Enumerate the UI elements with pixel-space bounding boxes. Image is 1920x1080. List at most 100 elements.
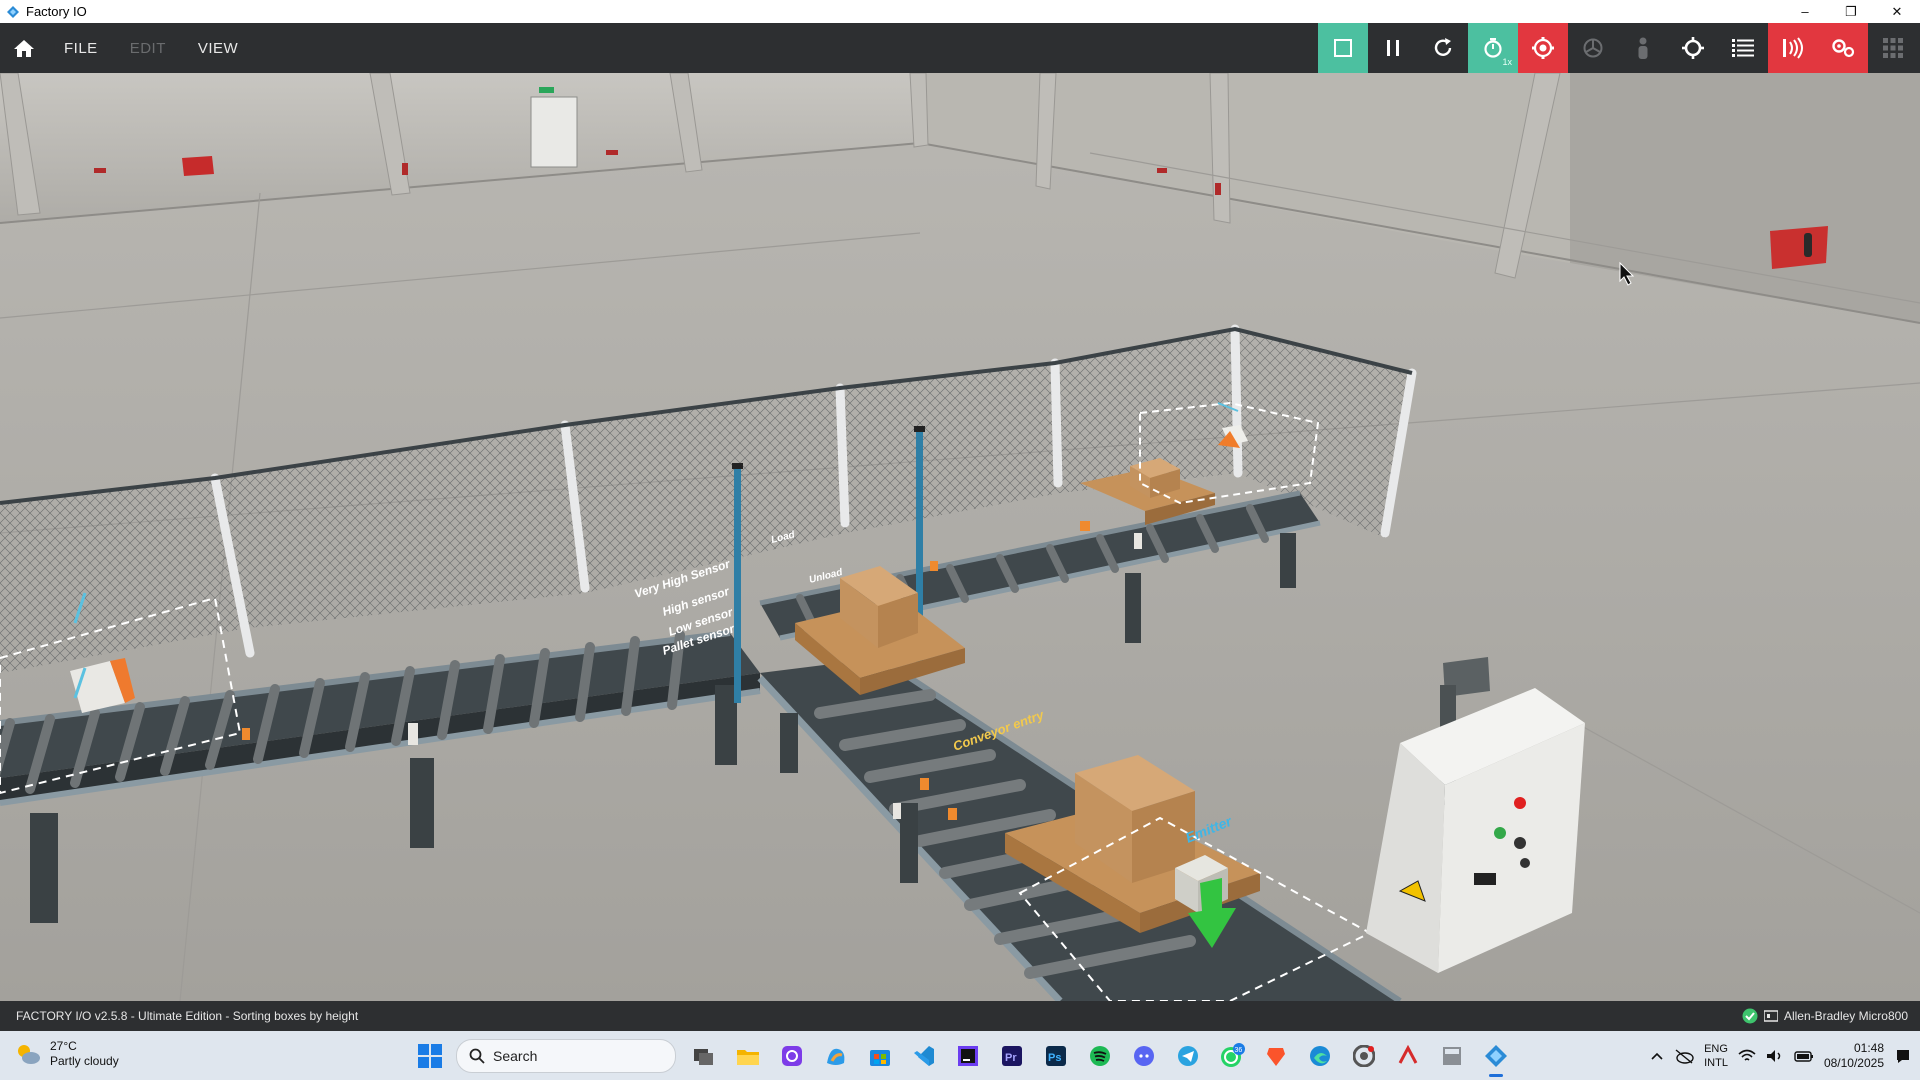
time-scale-button[interactable]: 1x <box>1468 23 1518 73</box>
first-person-icon <box>1638 37 1648 59</box>
spotify-icon <box>1090 1045 1110 1066</box>
home-icon <box>14 40 34 57</box>
taskbar-factory-io[interactable] <box>1474 1031 1518 1080</box>
system-clock[interactable]: 01:48 08/10/2025 <box>1824 1041 1884 1071</box>
taskbar-discord[interactable] <box>1122 1031 1166 1080</box>
wifi-icon[interactable] <box>1738 1049 1756 1063</box>
edge-icon <box>1310 1045 1330 1066</box>
battery-icon[interactable] <box>1794 1050 1814 1062</box>
crosshair-icon <box>1682 37 1704 59</box>
list-icon <box>1732 39 1754 57</box>
menu-view[interactable]: VIEW <box>182 40 254 57</box>
taskbar-calculator[interactable] <box>1430 1031 1474 1080</box>
taskbar-whatsapp[interactable]: 36 <box>1210 1031 1254 1080</box>
reset-button[interactable] <box>1418 23 1468 73</box>
menu-file[interactable]: FILE <box>48 40 114 57</box>
grid-icon <box>1883 38 1903 58</box>
pause-button[interactable] <box>1368 23 1418 73</box>
connected-icon <box>1742 1008 1758 1024</box>
weather-condition: Partly cloudy <box>50 1054 119 1068</box>
edit-mode-icon <box>1334 39 1352 57</box>
clock-time: 01:48 <box>1853 1040 1884 1055</box>
taskbar-search[interactable]: Search <box>456 1039 676 1073</box>
taskbar-chrome-dev[interactable] <box>1342 1031 1386 1080</box>
sensors-button[interactable] <box>1768 23 1818 73</box>
taskbar-premiere[interactable]: Pr <box>990 1031 1034 1080</box>
camera-fly-icon <box>1583 38 1603 58</box>
chevron-up-icon[interactable] <box>1650 1051 1664 1061</box>
taskbar-spotify[interactable] <box>1078 1031 1122 1080</box>
start-button[interactable] <box>418 1044 442 1073</box>
exit-door <box>530 87 578 168</box>
telegram-icon <box>1178 1045 1198 1066</box>
taskbar-photoshop[interactable]: Ps <box>1034 1031 1078 1080</box>
crosshair-button[interactable] <box>1668 23 1718 73</box>
time-scale-badge: 1x <box>1502 57 1512 67</box>
vscode-icon <box>914 1045 934 1066</box>
task-view-icon <box>694 1048 713 1065</box>
edit-mode-button[interactable] <box>1318 23 1368 73</box>
weather-widget[interactable]: 27°C Partly cloudy <box>14 1039 119 1069</box>
driver-name[interactable]: Allen-Bradley Micro800 <box>1784 1009 1908 1023</box>
notification-icon[interactable] <box>1894 1047 1912 1065</box>
taskbar-vscode[interactable] <box>902 1031 946 1080</box>
pdf-reader-icon <box>1398 1044 1418 1064</box>
svg-text:Ps: Ps <box>1048 1052 1061 1064</box>
taskbar-edge[interactable] <box>1298 1031 1342 1080</box>
home-button[interactable] <box>0 23 48 73</box>
restore-icon: ❐ <box>1845 3 1857 19</box>
windows-logo-icon <box>418 1044 442 1068</box>
windows-taskbar: 27°C Partly cloudy Search Pr Ps 36 ENG I… <box>0 1031 1920 1080</box>
camera-app-icon <box>782 1045 802 1066</box>
minimize-button[interactable]: – <box>1782 0 1828 23</box>
reset-icon <box>1434 38 1452 56</box>
volume-icon[interactable] <box>1766 1049 1784 1063</box>
menu-bar: FILE EDIT VIEW 1x <box>0 23 1920 73</box>
factory-scene-viewport[interactable]: Very High Sensor High sensor Low sensor … <box>0 73 1920 1001</box>
status-bar: FACTORY I/O v2.5.8 - Ultimate Edition - … <box>0 1001 1920 1031</box>
file-explorer-icon <box>737 1049 759 1065</box>
tag-list-button[interactable] <box>1718 23 1768 73</box>
minimize-icon: – <box>1801 4 1809 19</box>
camera-orbit-button[interactable] <box>1518 23 1568 73</box>
taskbar-task-view[interactable] <box>682 1031 726 1080</box>
taskbar-file-explorer[interactable] <box>726 1031 770 1080</box>
photoshop-icon: Ps <box>1046 1045 1066 1066</box>
taskbar-pdf-reader[interactable] <box>1386 1031 1430 1080</box>
language-indicator[interactable]: ENG INTL <box>1704 1042 1728 1070</box>
taskbar-copilot[interactable] <box>814 1031 858 1080</box>
pause-icon <box>1387 40 1399 56</box>
taskbar-store[interactable] <box>858 1031 902 1080</box>
taskbar-intellij[interactable] <box>946 1031 990 1080</box>
camera-orbit-icon <box>1532 37 1554 59</box>
taskbar-brave[interactable] <box>1254 1031 1298 1080</box>
intellij-icon <box>958 1045 978 1066</box>
scene-canvas[interactable]: Very High Sensor High sensor Low sensor … <box>0 73 1920 1001</box>
brave-icon <box>1267 1047 1285 1066</box>
maximize-button[interactable]: ❐ <box>1828 0 1874 23</box>
weather-temp: 27°C <box>50 1039 77 1053</box>
window-title-bar[interactable]: Factory IO – ❐ ✕ <box>0 0 1920 23</box>
drivers-button[interactable] <box>1818 23 1868 73</box>
whatsapp-icon: 36 <box>1221 1042 1245 1067</box>
search-icon <box>469 1048 485 1064</box>
taskbar-telegram[interactable] <box>1166 1031 1210 1080</box>
close-button[interactable]: ✕ <box>1874 0 1920 23</box>
store-icon <box>870 1049 890 1066</box>
menu-edit: EDIT <box>129 39 166 57</box>
timer-icon <box>1484 38 1502 58</box>
search-placeholder: Search <box>493 1048 538 1064</box>
lang-layout: INTL <box>1704 1056 1728 1069</box>
onedrive-icon[interactable] <box>1674 1048 1694 1064</box>
partly-cloudy-icon <box>18 1045 40 1064</box>
drivers-icon <box>1832 39 1855 58</box>
calculator-icon <box>1443 1046 1461 1065</box>
svg-text:Pr: Pr <box>1005 1052 1017 1064</box>
taskbar-camera[interactable] <box>770 1031 814 1080</box>
scene-status-text: FACTORY I/O v2.5.8 - Ultimate Edition - … <box>16 1009 359 1023</box>
driver-icon <box>1763 1010 1778 1022</box>
close-icon: ✕ <box>1891 3 1903 19</box>
first-person-button <box>1618 23 1668 73</box>
simulation-toolbar: 1x <box>1318 23 1918 73</box>
whatsapp-badge: 36 <box>1235 1047 1243 1054</box>
